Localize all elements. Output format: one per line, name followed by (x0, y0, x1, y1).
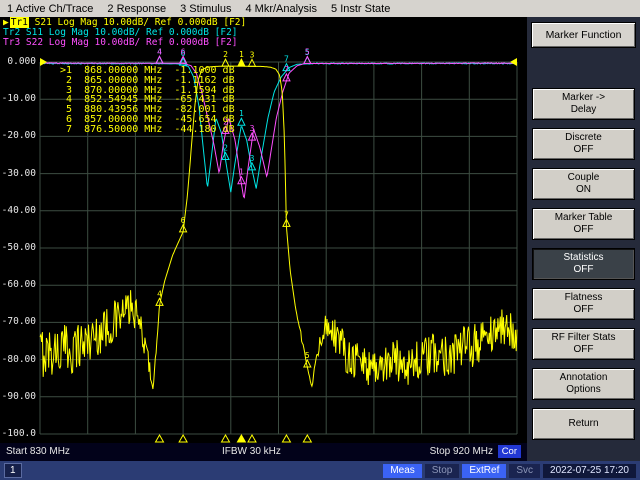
stop-frequency-label: Stop 920 MHz (430, 446, 493, 457)
status-extref: ExtRef (462, 464, 506, 478)
marker-7-number-label: 7 (284, 55, 289, 64)
trace-id-label: Tr3 (3, 37, 20, 48)
trace-settings-label: S22 Log Mag 10.00dB/ Ref 0.000dB [F2] (20, 37, 237, 48)
marker-4-number-label: 4 (157, 289, 162, 298)
status-chips: Meas StopExtRefSvc2022-07-25 17:20 (383, 464, 636, 478)
softkey-couple-on[interactable]: CoupleON (532, 168, 635, 200)
y-axis-label: -60.00 (0, 280, 36, 290)
softkey-rf-filter-stats-off[interactable]: RF Filter StatsOFF (532, 328, 635, 360)
marker-6-number-label: 6 (181, 216, 186, 225)
y-axis-label: -50.00 (0, 243, 36, 253)
menu-4-mkr-analysis[interactable]: 4 Mkr/Analysis (238, 3, 324, 15)
softkey-discrete-off[interactable]: DiscreteOFF (532, 128, 635, 160)
marker-1-number-label: 1 (239, 168, 244, 177)
y-axis-label: -90.00 (0, 392, 36, 402)
softkey-menu-title: Marker Function (531, 22, 636, 48)
softkey-annotation-options[interactable]: AnnotationOptions (532, 368, 635, 400)
ref-level-left-arrow-icon (40, 58, 47, 66)
menu-5-instr-state[interactable]: 5 Instr State (324, 3, 397, 15)
menu-2-response[interactable]: 2 Response (100, 3, 173, 15)
status-stop: Stop (425, 464, 460, 478)
marker-3-stimulus-indicator-icon[interactable] (248, 435, 256, 442)
y-axis-label: -100.0 (0, 429, 36, 439)
menu-1-active-ch-trace[interactable]: 1 Active Ch/Trace (0, 3, 100, 15)
trace-legend-row-tr3[interactable]: Tr3 S22 Log Mag 10.00dB/ Ref 0.000dB [F2… (3, 38, 246, 48)
softkey-panel: Marker Function Marker ->Delay DiscreteOF… (527, 17, 640, 461)
channel-indicator: 1 (4, 463, 22, 478)
marker-readout-row-7: 7 876.50000 MHz -44.180 dB (60, 125, 235, 135)
marker-2-number-label: 2 (223, 143, 228, 152)
menu-3-stimulus[interactable]: 3 Stimulus (173, 3, 238, 15)
marker-5-number-label: 5 (305, 47, 310, 56)
status-svc: Svc (509, 464, 540, 478)
correction-badge: Cor (498, 445, 521, 458)
marker-3-number-label: 3 (250, 50, 255, 59)
y-axis-label: -10.00 (0, 94, 36, 104)
start-frequency-label: Start 830 MHz (6, 446, 70, 457)
softkey-return[interactable]: Return (532, 408, 635, 440)
softkey-marker-delay[interactable]: Marker ->Delay (532, 88, 635, 120)
marker-4-number-label: 4 (157, 47, 162, 56)
marker-7-stimulus-indicator-icon[interactable] (282, 435, 290, 442)
softkey-marker-table-off[interactable]: Marker TableOFF (532, 208, 635, 240)
marker-1-s11-icon[interactable] (238, 118, 245, 125)
marker-6-stimulus-indicator-icon[interactable] (179, 435, 187, 442)
y-axis-label: -70.00 (0, 317, 36, 327)
y-axis-label: -40.00 (0, 206, 36, 216)
ifbw-label: IFBW 30 kHz (222, 446, 281, 457)
marker-5-number-label: 5 (305, 351, 310, 360)
marker-3-s21-icon[interactable] (249, 59, 256, 66)
menu-bar: 1 Active Ch/Trace2 Response3 Stimulus4 M… (0, 0, 640, 18)
marker-2-stimulus-indicator-icon[interactable] (222, 435, 230, 442)
stimulus-bar: Start 830 MHz IFBW 30 kHz Stop 920 MHz C… (0, 443, 527, 461)
marker-1-stimulus-indicator-icon[interactable] (237, 435, 245, 442)
trace-legend: ▶Tr1 S21 Log Mag 10.00dB/ Ref 0.000dB [F… (3, 18, 246, 48)
marker-1-number-label: 1 (239, 50, 244, 59)
marker-5-stimulus-indicator-icon[interactable] (303, 435, 311, 442)
y-axis-label: -20.00 (0, 131, 36, 141)
y-axis-label: -30.00 (0, 169, 36, 179)
marker-7-number-label: 7 (284, 210, 289, 219)
marker-1-s21-icon[interactable] (238, 59, 245, 66)
marker-readout-table: >1 868.00000 MHz -1.1000 dB 2 865.00000 … (60, 66, 235, 135)
marker-6-number-label: 6 (181, 47, 186, 56)
ref-level-right-arrow-icon (510, 58, 517, 66)
status-meas: Meas (383, 464, 421, 478)
status-2022-07-25-17-20: 2022-07-25 17:20 (543, 464, 636, 478)
status-bar: 1 Meas StopExtRefSvc2022-07-25 17:20 (0, 461, 640, 480)
softkey-statistics-off[interactable]: StatisticsOFF (532, 248, 635, 280)
marker-3-number-label: 3 (250, 154, 255, 163)
chart-region: ▶Tr1 S21 Log Mag 10.00dB/ Ref 0.000dB [F… (0, 17, 528, 443)
y-axis-label: 0.000 (0, 57, 36, 67)
marker-1-number-label: 1 (239, 109, 244, 118)
softkey-list: Marker ->Delay DiscreteOFF CoupleON Marker … (527, 88, 640, 440)
marker-3-number-label: 3 (250, 124, 255, 133)
marker-2-number-label: 2 (223, 50, 228, 59)
marker-4-stimulus-indicator-icon[interactable] (156, 435, 164, 442)
y-axis-label: -80.00 (0, 355, 36, 365)
marker-7-number-label: 7 (284, 65, 289, 74)
softkey-flatness-off[interactable]: FlatnessOFF (532, 288, 635, 320)
